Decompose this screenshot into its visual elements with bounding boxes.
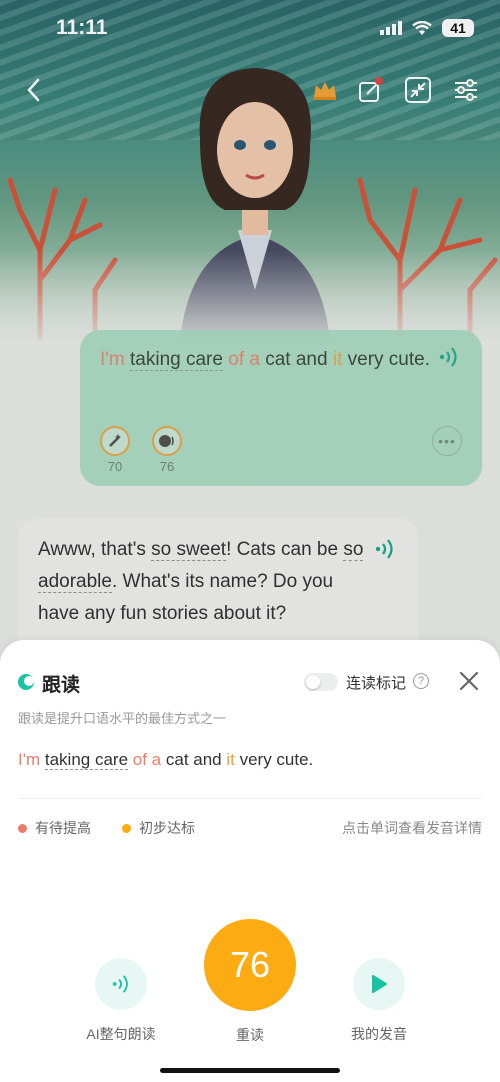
word-needs-improvement[interactable]: I'm <box>18 750 40 769</box>
home-indicator[interactable] <box>160 1068 340 1073</box>
word-needs-improvement[interactable]: of a <box>133 750 161 769</box>
my-recording-label: 我的发音 <box>351 1026 407 1042</box>
follow-read-icon <box>18 674 34 690</box>
help-icon[interactable]: ? <box>413 673 429 689</box>
my-recording-action[interactable]: 我的发音 <box>334 958 424 1044</box>
ai-read-label: AI整句朗读 <box>86 1026 156 1042</box>
legend-basic: 初步达标 <box>122 818 195 838</box>
divider <box>18 798 482 799</box>
play-icon <box>372 975 387 993</box>
liaison-toggle-label: 连读标记 <box>346 675 407 692</box>
close-button[interactable] <box>458 670 480 692</box>
close-icon <box>459 671 479 691</box>
follow-read-sheet: 跟读 连读标记 ? 跟读是提升口语水平的最佳方式之一 I'm taking ca… <box>0 640 500 1082</box>
liaison-toggle[interactable] <box>304 673 338 691</box>
ai-read-button[interactable] <box>95 958 147 1010</box>
linked-phrase[interactable]: taking care <box>44 750 129 770</box>
retry-label: 重读 <box>236 1027 264 1043</box>
word-basic[interactable]: it <box>226 750 235 769</box>
my-recording-button[interactable] <box>353 958 405 1010</box>
legend-hint: 点击单词查看发音详情 <box>342 820 482 836</box>
retry-action[interactable]: 76 重读 <box>194 919 306 1045</box>
retry-score-button[interactable]: 76 <box>204 919 296 1011</box>
orange-dot-icon <box>122 823 131 833</box>
red-dot-icon <box>18 823 27 833</box>
practice-sentence: I'm taking care of a cat and it very cut… <box>18 750 314 770</box>
sheet-title: 跟读 <box>42 675 81 696</box>
legend-needs-improvement: 有待提高 <box>18 818 91 838</box>
sheet-subtitle: 跟读是提升口语水平的最佳方式之一 <box>18 711 227 726</box>
sound-wave-icon <box>112 975 128 993</box>
toggle-knob <box>306 675 320 689</box>
ai-read-action[interactable]: AI整句朗读 <box>76 958 166 1044</box>
